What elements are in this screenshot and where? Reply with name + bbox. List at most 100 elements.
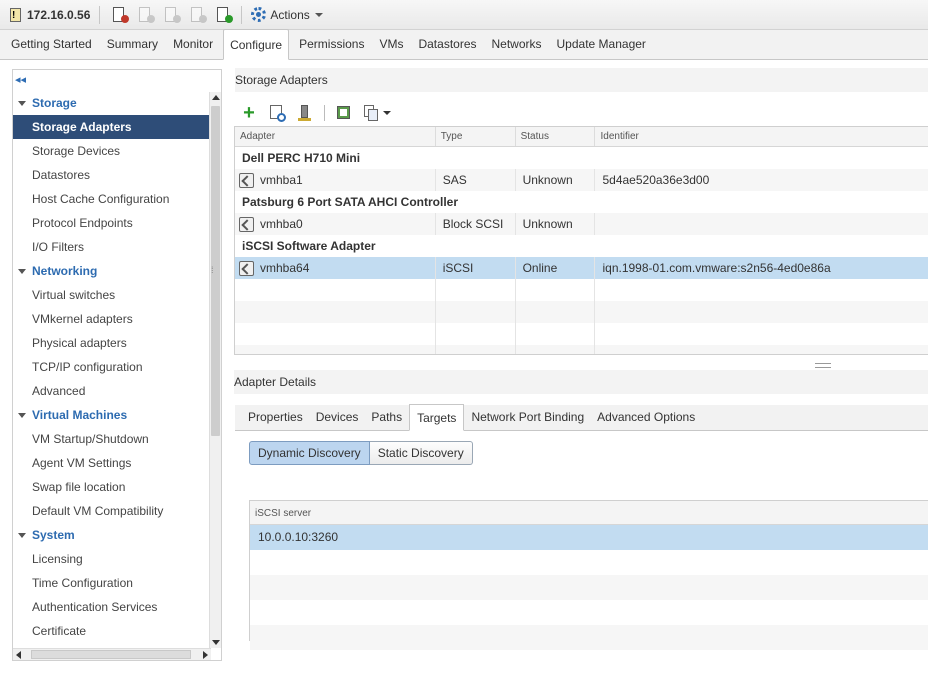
nav-item-virtual-switches[interactable]: Virtual switches <box>13 283 211 307</box>
plus-icon: + <box>243 102 255 124</box>
scroll-thumb[interactable] <box>31 650 191 659</box>
nav-item-datastores[interactable]: Datastores <box>13 163 211 187</box>
tab-paths[interactable]: Paths <box>365 404 408 430</box>
nav-item-swap-file-location[interactable]: Swap file location <box>13 475 211 499</box>
toolbar-divider <box>324 105 325 121</box>
adapter-name: vmhba64 <box>260 261 310 275</box>
dynamic-discovery-button[interactable]: Dynamic Discovery <box>249 441 370 465</box>
column-header-identifier[interactable]: Identifier <box>595 127 928 146</box>
nav-horizontal-scrollbar[interactable] <box>13 648 211 660</box>
adapter-identifier <box>595 213 928 235</box>
add-adapter-button[interactable]: + <box>240 102 258 124</box>
tab-permissions[interactable]: Permissions <box>294 29 369 59</box>
nav-item-tcpip-configuration[interactable]: TCP/IP configuration <box>13 355 211 379</box>
tab-devices[interactable]: Devices <box>310 404 365 430</box>
column-header-adapter[interactable]: Adapter <box>235 127 436 146</box>
adapter-name: vmhba1 <box>260 173 303 187</box>
nav-item-default-vm-compatibility[interactable]: Default VM Compatibility <box>13 499 211 523</box>
empty-table-row <box>250 575 928 600</box>
nav-item-advanced[interactable]: Advanced <box>13 379 211 403</box>
nav-item-licensing[interactable]: Licensing <box>13 547 211 571</box>
discovery-toggle: Dynamic Discovery Static Discovery <box>249 441 473 465</box>
nav-item-authentication-services[interactable]: Authentication Services <box>13 595 211 619</box>
adapter-group-row: Dell PERC H710 Mini <box>242 151 361 165</box>
adapter-type: SAS <box>436 169 516 191</box>
nav-tree: Storage Storage Adapters Storage Devices… <box>13 91 211 643</box>
tab-properties[interactable]: Properties <box>242 404 309 430</box>
tab-summary[interactable]: Summary <box>102 29 163 59</box>
adapter-details-tab-bar: Properties Devices Paths Targets Network… <box>235 404 928 431</box>
nav-vertical-scrollbar[interactable] <box>209 92 221 648</box>
nav-group-system[interactable]: System <box>13 523 211 547</box>
scroll-right-icon[interactable] <box>203 651 208 659</box>
host-toolbar: ! 172.16.0.56 Actions <box>0 0 928 30</box>
rescan-adapter-button[interactable] <box>296 104 314 122</box>
nav-item-vmkernel-adapters[interactable]: VMkernel adapters <box>13 307 211 331</box>
scroll-down-icon[interactable] <box>212 640 220 645</box>
table-row-selected[interactable]: vmhba64 iSCSI Online iqn.1998-01.com.vmw… <box>235 257 928 279</box>
table-row[interactable]: vmhba0 Block SCSI Unknown <box>235 213 928 235</box>
reboot-icon[interactable] <box>216 6 234 23</box>
nav-item-physical-adapters[interactable]: Physical adapters <box>13 331 211 355</box>
static-discovery-button[interactable]: Static Discovery <box>369 441 473 465</box>
nav-group-networking[interactable]: Networking <box>13 259 211 283</box>
expand-triangle-icon <box>18 412 26 418</box>
nav-group-virtual-machines[interactable]: Virtual Machines <box>13 403 211 427</box>
scroll-left-icon[interactable] <box>16 651 21 659</box>
panel-splitter-grip-icon[interactable]: ⁞ <box>211 266 217 275</box>
scroll-up-icon[interactable] <box>212 95 220 100</box>
table-row-selected[interactable]: 10.0.0.10:3260 <box>250 525 928 550</box>
chevron-down-icon[interactable] <box>383 111 391 115</box>
nav-item-host-cache-configuration[interactable]: Host Cache Configuration <box>13 187 211 211</box>
tab-getting-started[interactable]: Getting Started <box>6 29 97 59</box>
nav-item-storage-devices[interactable]: Storage Devices <box>13 139 211 163</box>
adapter-properties-button[interactable] <box>335 104 353 122</box>
suspend-icon[interactable] <box>164 6 182 23</box>
empty-table-row <box>250 600 928 625</box>
rescan-storage-button[interactable] <box>268 104 286 122</box>
resize-splitter-icon[interactable] <box>815 363 831 368</box>
actions-label: Actions <box>270 7 310 22</box>
tab-update-manager[interactable]: Update Manager <box>552 29 651 59</box>
host-name: 172.16.0.56 <box>27 7 91 22</box>
tab-network-port-binding[interactable]: Network Port Binding <box>465 404 590 430</box>
column-header-status[interactable]: Status <box>516 127 596 146</box>
shutdown-icon[interactable] <box>138 6 156 23</box>
tab-targets[interactable]: Targets <box>409 404 465 431</box>
expand-triangle-icon <box>18 100 26 106</box>
table-header: Adapter Type Status Identifier <box>235 127 928 147</box>
toolbar-divider <box>99 5 101 24</box>
nav-item-time-configuration[interactable]: Time Configuration <box>13 571 211 595</box>
tab-networks[interactable]: Networks <box>487 29 547 59</box>
gear-icon <box>251 7 267 22</box>
storage-adapters-header-bar <box>235 68 928 92</box>
actions-menu-button[interactable]: Actions <box>247 4 326 26</box>
column-header-iscsi-server[interactable]: iSCSI server <box>250 501 928 525</box>
nav-group-storage[interactable]: Storage <box>13 91 211 115</box>
tab-monitor[interactable]: Monitor <box>168 29 218 59</box>
nav-item-io-filters[interactable]: I/O Filters <box>13 235 211 259</box>
nav-item-agent-vm-settings[interactable]: Agent VM Settings <box>13 451 211 475</box>
empty-table-row <box>250 550 928 575</box>
nav-item-storage-adapters[interactable]: Storage Adapters <box>13 115 211 139</box>
nav-item-certificate[interactable]: Certificate <box>13 619 211 643</box>
adapter-identifier: iqn.1998-01.com.vmware:s2n56-4ed0e86a <box>602 261 831 275</box>
tab-configure[interactable]: Configure <box>223 29 290 60</box>
copy-menu-button[interactable] <box>363 104 381 122</box>
nav-item-vm-startup-shutdown[interactable]: VM Startup/Shutdown <box>13 427 211 451</box>
nav-item-protocol-endpoints[interactable]: Protocol Endpoints <box>13 211 211 235</box>
host-warning-icon: ! <box>9 7 23 23</box>
tab-datastores[interactable]: Datastores <box>413 29 481 59</box>
exit-maintenance-icon[interactable] <box>112 6 130 23</box>
adapter-status: Unknown <box>516 213 596 235</box>
tab-vms[interactable]: VMs <box>374 29 408 59</box>
table-row[interactable]: vmhba1 SAS Unknown 5d4ae520a36e3d00 <box>235 169 928 191</box>
adapter-identifier: 5d4ae520a36e3d00 <box>602 173 710 187</box>
adapter-type: Block SCSI <box>436 213 516 235</box>
iscsi-server-table: iSCSI server 10.0.0.10:3260 <box>249 500 928 650</box>
storage-adapter-icon <box>239 216 254 232</box>
power-icon[interactable] <box>190 6 208 23</box>
collapse-panel-icon[interactable]: ◂◂ <box>15 74 29 86</box>
column-header-type[interactable]: Type <box>436 127 516 146</box>
tab-advanced-options[interactable]: Advanced Options <box>591 404 701 430</box>
